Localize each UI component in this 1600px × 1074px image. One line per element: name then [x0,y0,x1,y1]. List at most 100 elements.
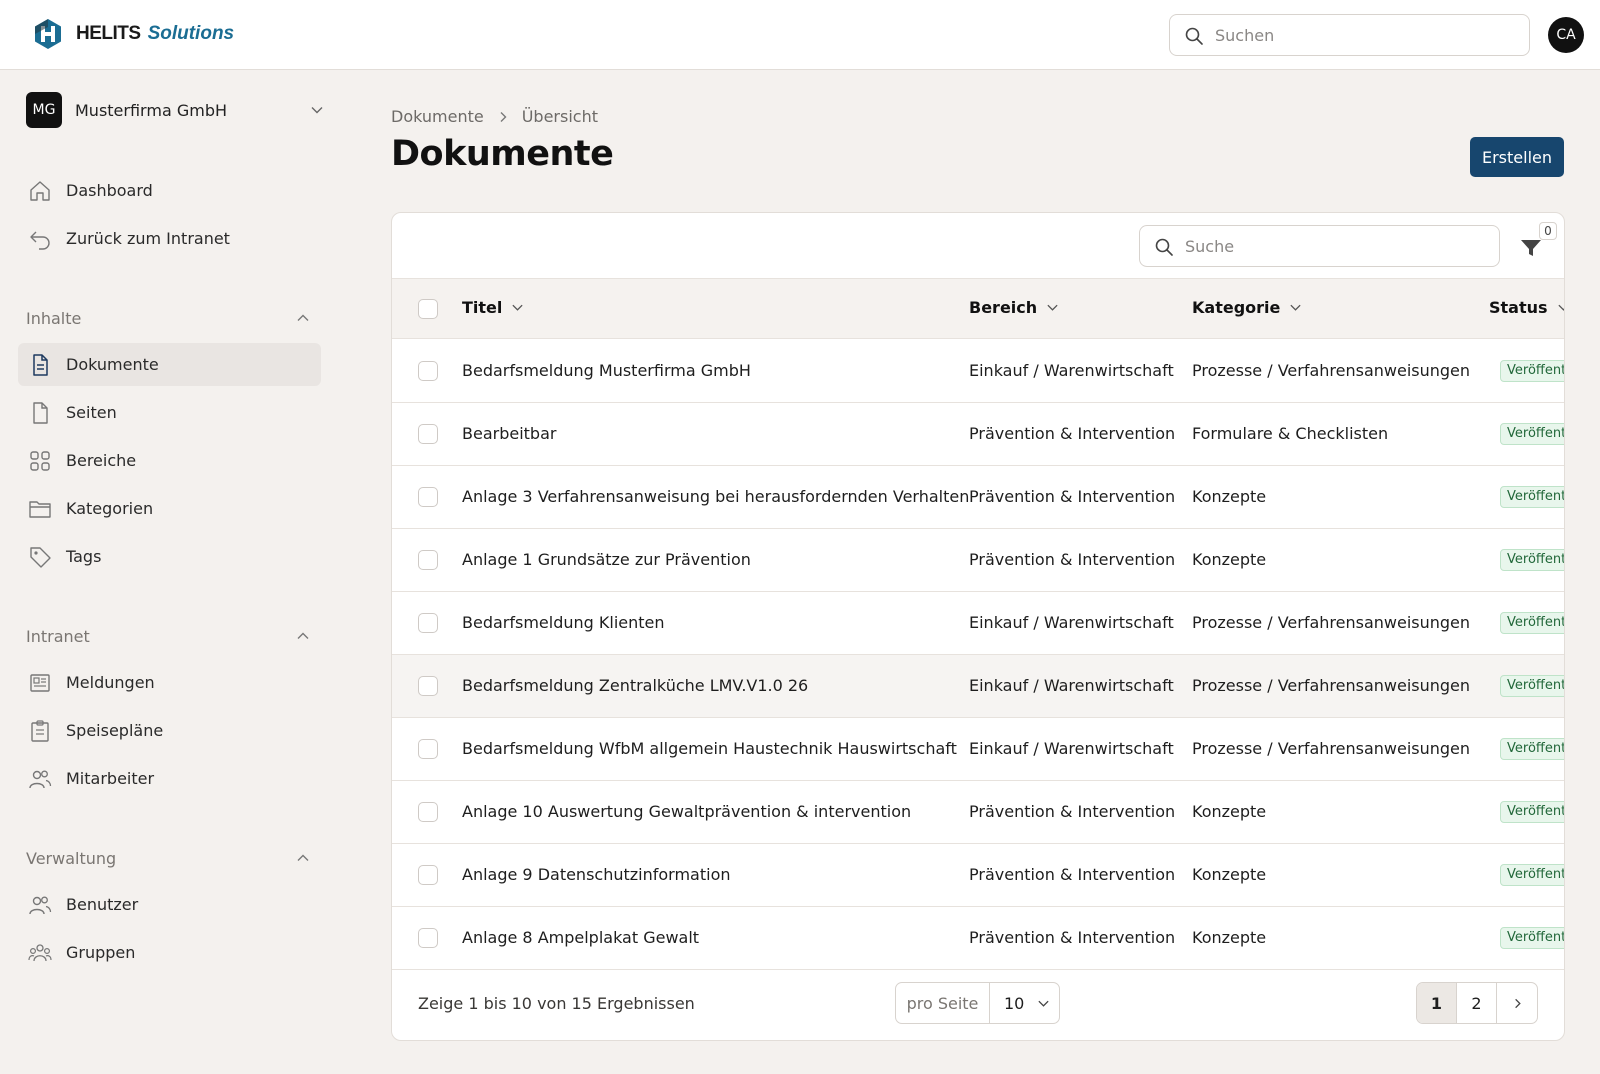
chevron-up-icon [297,632,309,639]
column-header-label: Titel [462,298,503,317]
section-inhalte[interactable]: Inhalte [26,307,310,329]
clipboard-icon [31,720,49,742]
section-intranet[interactable]: Intranet [26,625,310,647]
org-switcher[interactable]: MG Musterfirma GmbH [26,91,332,129]
logo-name: HELITS [76,23,141,44]
cell-area: Einkauf / Warenwirtschaft [969,676,1174,695]
page-title: Dokumente [391,134,614,174]
sidebar-item-kategorien[interactable]: Kategorien [18,487,321,530]
cell-area: Prävention & Intervention [969,424,1176,443]
sidebar-item-dashboard[interactable]: Dashboard [18,169,321,212]
cell-title[interactable]: Bedarfsmeldung Musterfirma GmbH [462,361,751,380]
page-button-1[interactable]: 1 [1417,983,1457,1023]
sidebar: MG Musterfirma GmbH Dashboard Zurück zum… [0,71,340,1001]
logo-icon [35,19,61,49]
cell-category: Konzepte [1192,802,1267,821]
sidebar-item-back-to-intranet[interactable]: Zurück zum Intranet [18,217,321,260]
create-button[interactable]: Erstellen [1470,137,1564,177]
top-bar: HELITS Solutions CA [0,0,1600,70]
row-checkbox[interactable] [418,613,438,633]
row-checkbox[interactable] [418,928,438,948]
sidebar-item-benutzer[interactable]: Benutzer [18,883,321,926]
breadcrumb-item-dokumente[interactable]: Dokumente [391,107,484,126]
status-badge: Veröffentlicht [1500,612,1564,634]
column-header-label: Status [1489,298,1548,317]
section-title: Inhalte [26,308,82,328]
table-footer: Zeige 1 bis 10 von 15 Ergebnissen pro Se… [392,969,1564,1040]
chevron-down-icon [1047,304,1058,311]
table-row[interactable]: Anlage 1 Grundsätze zur Prävention Präve… [392,529,1564,592]
row-checkbox[interactable] [418,739,438,759]
chevron-down-icon [1038,1000,1049,1007]
row-checkbox[interactable] [418,802,438,822]
cell-title[interactable]: Bedarfsmeldung WfbM allgemein Haustechni… [462,739,957,758]
row-checkbox[interactable] [418,424,438,444]
column-header-titel[interactable]: Titel [462,298,524,317]
table-row[interactable]: Bearbeitbar Prävention & Intervention Fo… [392,403,1564,466]
documents-table-card: 0 Titel Bereich Kategorie Status Bedarfs… [391,212,1565,1041]
table-row[interactable]: Anlage 8 Ampelplakat Gewalt Prävention &… [392,907,1564,970]
cell-title[interactable]: Bearbeitbar [462,424,556,443]
next-page-button[interactable] [1497,983,1537,1023]
cell-title[interactable]: Bedarfsmeldung Klienten [462,613,665,632]
sidebar-item-bereiche[interactable]: Bereiche [18,439,321,482]
sidebar-item-mitarbeiter[interactable]: Mitarbeiter [18,757,321,800]
cell-area: Einkauf / Warenwirtschaft [969,739,1174,758]
table-row[interactable]: Anlage 3 Verfahrensanweisung bei herausf… [392,466,1564,529]
sidebar-item-label: Dashboard [66,181,153,200]
cell-title[interactable]: Anlage 10 Auswertung Gewaltprävention & … [462,802,911,821]
table-row[interactable]: Bedarfsmeldung Klienten Einkauf / Warenw… [392,592,1564,655]
cell-area: Prävention & Intervention [969,865,1176,884]
row-checkbox[interactable] [418,361,438,381]
column-header-status[interactable]: Status [1489,298,1564,317]
table-row[interactable]: Bedarfsmeldung Musterfirma GmbH Einkauf … [392,340,1564,403]
sidebar-item-gruppen[interactable]: Gruppen [18,931,321,974]
status-badge: Veröffentlicht [1500,738,1564,760]
cell-category: Konzepte [1192,928,1267,947]
sidebar-item-dokumente[interactable]: Dokumente [18,343,321,386]
cell-title[interactable]: Anlage 1 Grundsätze zur Prävention [462,550,751,569]
row-checkbox[interactable] [418,676,438,696]
user-avatar[interactable]: CA [1548,17,1584,53]
chevron-up-icon [297,314,309,321]
sidebar-item-meldungen[interactable]: Meldungen [18,661,321,704]
search-icon [1155,238,1173,256]
row-checkbox[interactable] [418,487,438,507]
section-verwaltung[interactable]: Verwaltung [26,847,310,869]
filter-count-badge: 0 [1539,222,1557,240]
cell-title[interactable]: Anlage 8 Ampelplakat Gewalt [462,928,699,947]
select-all-checkbox[interactable] [418,299,438,319]
sidebar-item-seiten[interactable]: Seiten [18,391,321,434]
page-button-2[interactable]: 2 [1457,983,1497,1023]
row-checkbox[interactable] [418,865,438,885]
sidebar-item-tags[interactable]: Tags [18,535,321,578]
sidebar-item-label: Kategorien [66,499,154,518]
table-header: Titel Bereich Kategorie Status [392,279,1564,339]
per-page-select[interactable]: pro Seite 10 [895,982,1060,1024]
per-page-value[interactable]: 10 [1004,994,1024,1013]
logo-subtitle: Solutions [147,23,235,44]
page-icon [33,402,48,424]
logo[interactable]: HELITS Solutions [32,18,234,50]
row-checkbox[interactable] [418,550,438,570]
cell-title[interactable]: Bedarfsmeldung Zentralküche LMV.V1.0 26 [462,676,808,695]
sidebar-item-label: Tags [66,547,102,566]
cell-title[interactable]: Anlage 9 Datenschutzinformation [462,865,731,884]
column-header-kategorie[interactable]: Kategorie [1192,298,1302,317]
global-search-input[interactable] [1170,15,1529,55]
table-row[interactable]: Anlage 10 Auswertung Gewaltprävention & … [392,781,1564,844]
back-arrow-icon [30,231,50,250]
table-row[interactable]: Bedarfsmeldung Zentralküche LMV.V1.0 26 … [392,655,1564,718]
cell-title[interactable]: Anlage 3 Verfahrensanweisung bei herausf… [462,487,969,506]
status-badge: Veröffentlicht [1500,675,1564,697]
sidebar-item-label: Benutzer [66,895,139,914]
table-row[interactable]: Anlage 9 Datenschutzinformation Präventi… [392,844,1564,907]
search-icon [1185,27,1203,45]
sidebar-item-label: Zurück zum Intranet [66,229,230,248]
status-badge: Veröffentlicht [1500,423,1564,445]
table-row[interactable]: Bedarfsmeldung WfbM allgemein Haustechni… [392,718,1564,781]
table-search-input[interactable] [1140,226,1499,266]
sidebar-item-speiseplaene[interactable]: Speisepläne [18,709,321,752]
status-badge: Veröffentlicht [1500,801,1564,823]
column-header-bereich[interactable]: Bereich [969,298,1059,317]
